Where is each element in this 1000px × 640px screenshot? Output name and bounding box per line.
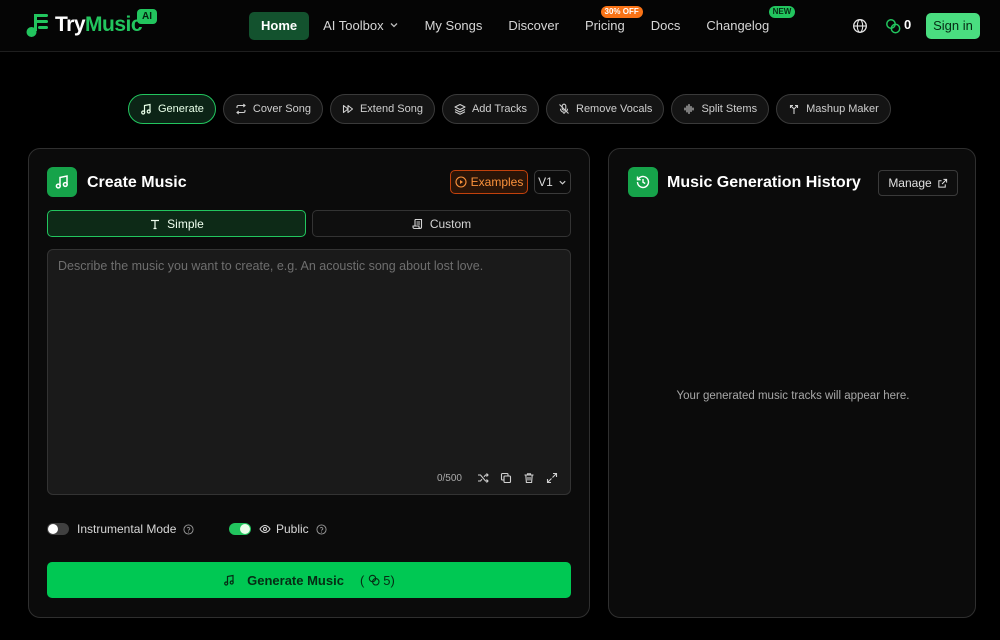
prompt-box: 0/500: [47, 249, 571, 495]
nav-ai-toolbox[interactable]: AI Toolbox: [311, 12, 410, 40]
chevron-down-icon: [390, 23, 398, 28]
history-panel: Music Generation History Manage Your gen…: [608, 148, 976, 618]
text-icon: [151, 219, 160, 229]
tool-cover-song[interactable]: Cover Song: [222, 94, 323, 124]
public-option: Public: [229, 522, 327, 536]
prompt-input[interactable]: [48, 250, 570, 460]
instrumental-toggle[interactable]: [47, 523, 69, 535]
nav-docs[interactable]: Docs: [639, 12, 693, 40]
history-badge-icon: [628, 167, 658, 197]
expand-icon: [546, 472, 558, 484]
examples-button[interactable]: Examples: [450, 170, 528, 194]
nav-links: Home AI Toolbox My Songs Discover Pricin…: [249, 6, 796, 40]
music-note-badge-icon: [47, 167, 77, 197]
coins-icon: [886, 19, 901, 34]
tool-mashup-maker[interactable]: Mashup Maker: [776, 94, 891, 124]
music-list-logo-icon: [26, 14, 48, 37]
tool-remove-vocals[interactable]: Remove Vocals: [546, 94, 665, 124]
scroll-text-icon: [412, 218, 422, 229]
generate-cost: ( 5): [359, 572, 395, 588]
instrumental-label: Instrumental Mode: [77, 522, 177, 536]
create-music-title: Create Music: [87, 174, 187, 191]
eye-icon: [259, 524, 271, 534]
tool-extend-song[interactable]: Extend Song: [329, 94, 435, 124]
external-link-icon: [938, 178, 947, 188]
help-circle-icon[interactable]: [183, 523, 194, 535]
generate-music-button[interactable]: Generate Music ( 5): [47, 562, 571, 598]
tool-split-stems[interactable]: Split Stems: [671, 94, 770, 124]
credit-balance: 0: [904, 17, 912, 32]
sign-in-button[interactable]: Sign in: [926, 13, 980, 39]
repeat-icon: [236, 103, 246, 115]
shuffle-button[interactable]: [475, 470, 491, 486]
instrumental-option: Instrumental Mode: [47, 522, 194, 536]
new-badge: NEW: [768, 6, 796, 18]
merge-icon: [790, 104, 799, 114]
copy-button[interactable]: [498, 470, 514, 486]
prompt-toolbar: 0/500: [437, 470, 560, 486]
public-label: Public: [276, 522, 309, 536]
simple-mode-tab[interactable]: Simple: [47, 210, 306, 237]
logo[interactable]: TryMusic AI: [25, 9, 157, 38]
char-counter: 0/500: [436, 472, 462, 484]
music-note-icon: [141, 103, 151, 115]
chevron-down-icon: [559, 180, 566, 185]
nav-my-songs[interactable]: My Songs: [413, 12, 495, 40]
history-title: Music Generation History: [667, 174, 861, 191]
tool-tabs: Generate Cover Song Extend Song Add Trac…: [128, 94, 898, 124]
tool-generate[interactable]: Generate: [128, 94, 216, 124]
copy-icon: [500, 472, 512, 484]
music-note-icon: [224, 574, 234, 586]
public-toggle[interactable]: [229, 523, 251, 535]
fast-forward-icon: [342, 104, 354, 114]
manage-button[interactable]: Manage: [878, 170, 958, 196]
brand-ai-badge: AI: [137, 9, 157, 24]
brand-name: TryMusic: [55, 13, 143, 36]
version-select[interactable]: V1: [534, 170, 571, 194]
create-music-panel: Create Music Examples V1 Simple Custom 0…: [28, 148, 590, 618]
expand-button[interactable]: [544, 470, 560, 486]
shuffle-icon: [478, 473, 489, 483]
tool-add-tracks[interactable]: Add Tracks: [441, 94, 539, 124]
history-empty-text: Your generated music tracks will appear …: [676, 390, 910, 402]
help-circle-icon[interactable]: [316, 523, 327, 535]
clear-button[interactable]: [521, 470, 537, 486]
nav-changelog[interactable]: Changelog NEW: [694, 6, 796, 40]
audio-lines-icon: [684, 103, 694, 115]
nav-pricing[interactable]: Pricing 30% OFF: [573, 6, 643, 40]
discount-badge: 30% OFF: [600, 6, 643, 18]
layers-icon: [454, 103, 466, 115]
nav-home[interactable]: Home: [249, 12, 310, 40]
globe-icon[interactable]: [852, 18, 868, 34]
nav-discover[interactable]: Discover: [496, 12, 571, 40]
play-circle-icon: [455, 176, 467, 188]
mic-off-icon: [559, 103, 569, 114]
trash-icon: [524, 473, 534, 484]
custom-mode-tab[interactable]: Custom: [312, 210, 571, 237]
top-navbar: TryMusic AI Home AI Toolbox My Songs Dis…: [0, 0, 1000, 52]
coins-icon: [369, 574, 380, 586]
